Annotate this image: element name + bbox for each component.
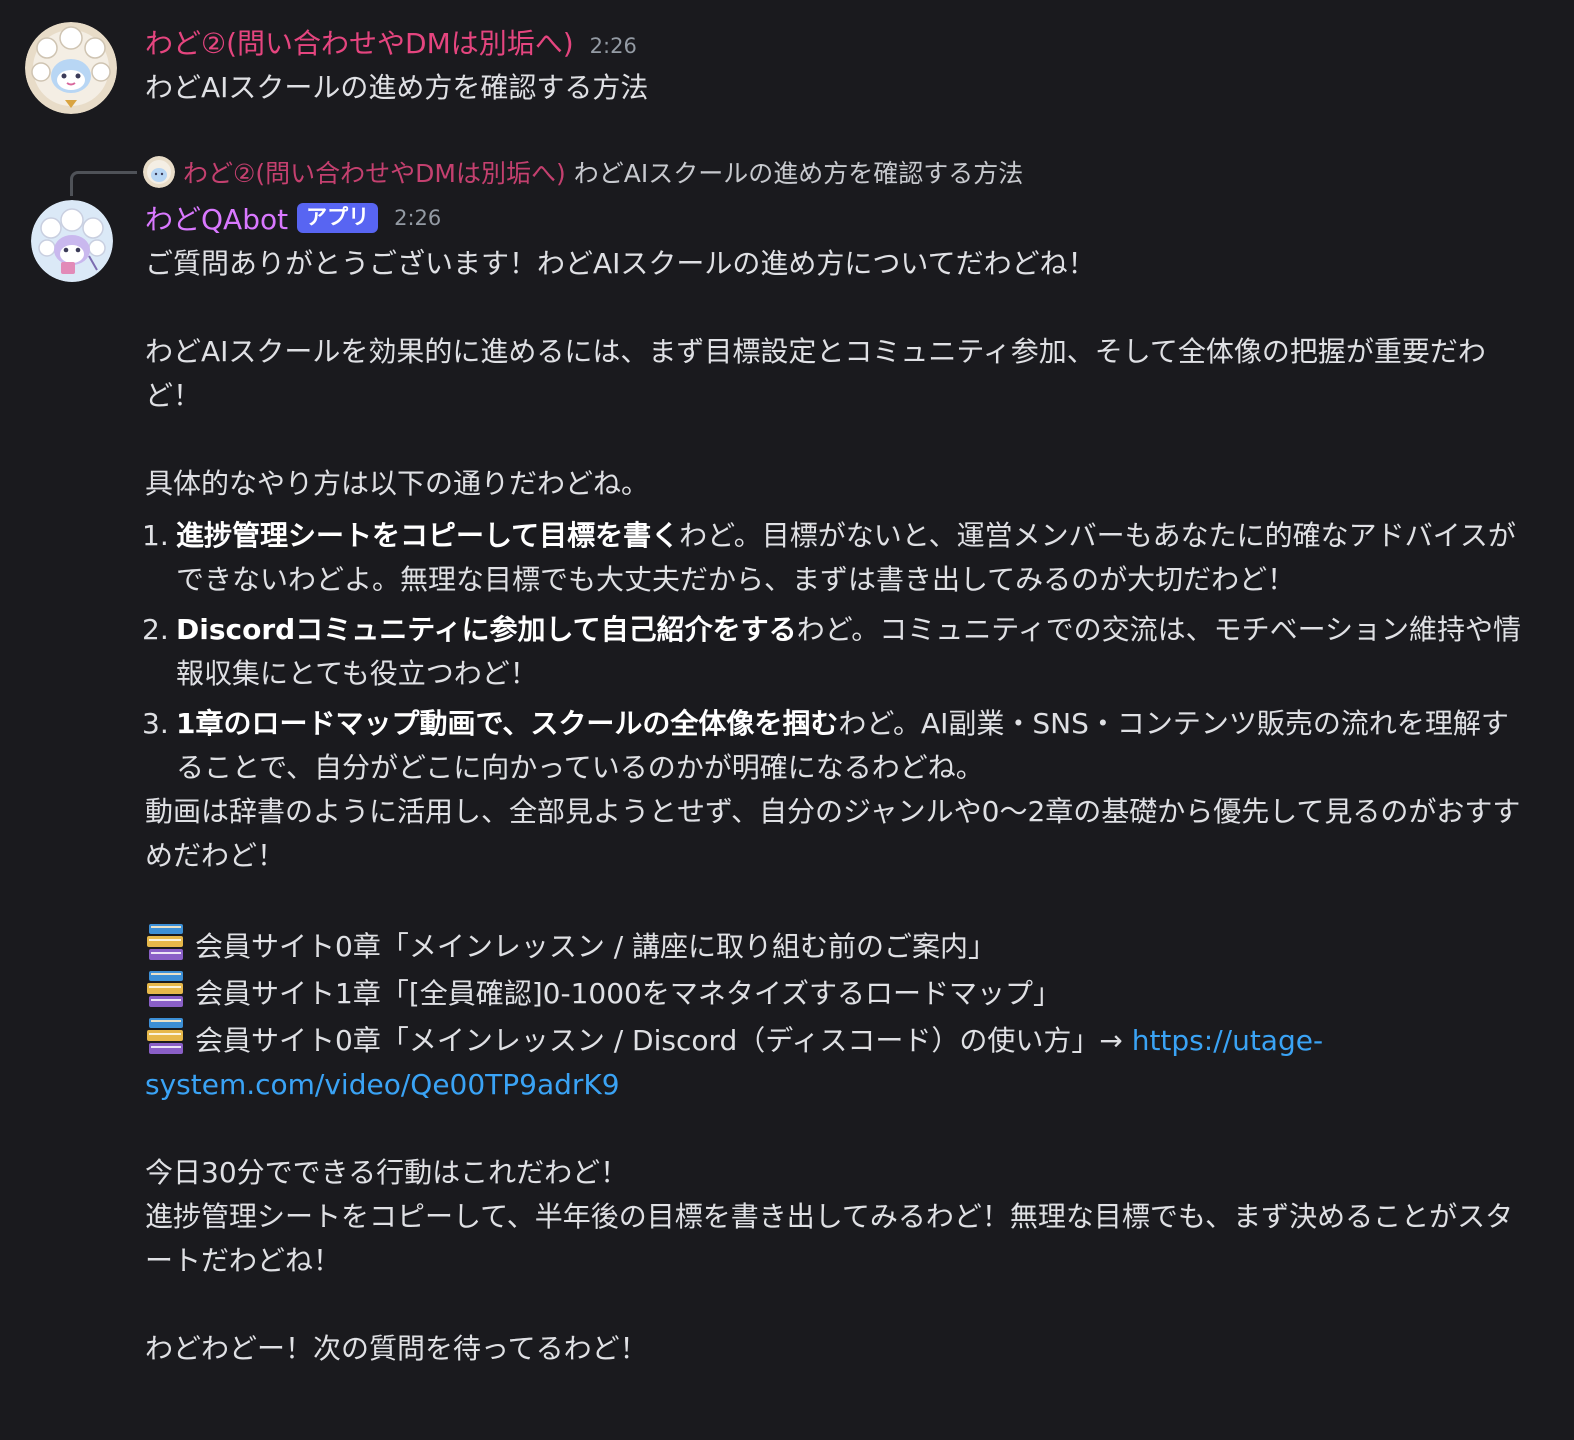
author-name[interactable]: わどQAbot xyxy=(145,198,288,238)
reference-text: 会員サイト1章「[全員確認]0-1000をマネタイズするロードマップ」 xyxy=(195,977,1062,1010)
message-header: わどQAbot アプリ 2:26 xyxy=(145,198,441,238)
reply-text[interactable]: わどAIスクールの進め方を確認する方法 xyxy=(574,154,1023,190)
reply-preview[interactable]: わど②(問い合わせやDMは別垢へ) わどAIスクールの進め方を確認する方法 xyxy=(143,154,1023,190)
message-text: わどAIスクールの進め方を確認する方法 xyxy=(145,71,649,104)
books-icon xyxy=(145,922,187,962)
video-link-continued: system.com/video/Qe00TP9adrK9 xyxy=(145,1063,1525,1107)
reference-line: 会員サイト1章「[全員確認]0-1000をマネタイズするロードマップ」 xyxy=(145,969,1525,1016)
books-icon xyxy=(145,1016,187,1056)
list-item: 3. 1章のロードマップ動画で、スクールの全体像を掴むわど。AI副業・SNS・コ… xyxy=(142,707,1509,784)
step-bold: Discordコミュニティに参加して自己紹介をする xyxy=(176,613,797,646)
reference-line: 会員サイト0章「メインレッスン / Discord（ディスコード）の使い方」→ … xyxy=(145,1016,1525,1063)
books-icon xyxy=(145,969,187,1009)
reply-connector xyxy=(70,171,137,196)
sheep-mascot-mini-avatar-icon xyxy=(143,156,175,188)
steps-list: 1. 進捗管理シートをコピーして目標を書くわど。目標がないと、運営メンバーもあな… xyxy=(142,514,1525,790)
video-link[interactable]: system.com/video/Qe00TP9adrK9 xyxy=(145,1068,620,1101)
action-title: 今日30分でできる行動はこれだわど！ xyxy=(145,1156,629,1189)
closing-text: わどわどー！次の質問を待ってるわど！ xyxy=(145,1332,648,1365)
advice-text: 動画は辞書のように活用し、全部見ようとせず、自分のジャンルや0〜2章の基礎から優… xyxy=(145,795,1521,872)
message-header: わど②(問い合わせやDMは別垢へ) 2:26 xyxy=(145,22,637,62)
step-bold: 進捗管理シートをコピーして目標を書く xyxy=(176,519,680,552)
timestamp: 2:26 xyxy=(589,34,637,58)
reference-text: 会員サイト0章「メインレッスン / Discord（ディスコード）の使い方」→ xyxy=(195,1024,1132,1057)
step-bold: 1章のロードマップ動画で、スクールの全体像を掴む xyxy=(176,707,839,740)
intro-text: わどAIスクールを効果的に進めるには、まず目標設定とコミュニティ参加、そして全体… xyxy=(145,335,1486,412)
lead-text: 具体的なやり方は以下の通りだわどね。 xyxy=(145,467,650,500)
reply-author-name[interactable]: わど②(問い合わせやDMは別垢へ) xyxy=(183,154,566,190)
list-item: 2. Discordコミュニティに参加して自己紹介をするわど。コミュニティでの交… xyxy=(142,613,1522,690)
author-name[interactable]: わど②(問い合わせやDMは別垢へ) xyxy=(145,22,574,62)
greeting-text: ご質問ありがとうございます！わどAIスクールの進め方についてだわどね！ xyxy=(145,247,1096,280)
video-link[interactable]: https://utage- xyxy=(1132,1024,1323,1057)
reference-text: 会員サイト0章「メインレッスン / 講座に取り組む前のご案内」 xyxy=(195,930,997,963)
sheep-mascot-avatar-icon[interactable] xyxy=(25,22,117,114)
timestamp: 2:26 xyxy=(394,206,442,230)
app-badge: アプリ xyxy=(297,203,379,233)
action-text: 進捗管理シートをコピーして、半年後の目標を書き出してみるわど！無理な目標でも、ま… xyxy=(145,1200,1514,1277)
sheep-bot-avatar-icon[interactable] xyxy=(31,200,113,282)
message-body: ご質問ありがとうございます！わどAIスクールの進め方についてだわどね！ わどAI… xyxy=(142,242,1525,1371)
reference-line: 会員サイト0章「メインレッスン / 講座に取り組む前のご案内」 xyxy=(145,922,1525,969)
chat-area: わど②(問い合わせやDMは別垢へ) 2:26 わどAIスクールの進め方を確認する… xyxy=(0,0,1574,1440)
list-item: 1. 進捗管理シートをコピーして目標を書くわど。目標がないと、運営メンバーもあな… xyxy=(142,519,1516,596)
